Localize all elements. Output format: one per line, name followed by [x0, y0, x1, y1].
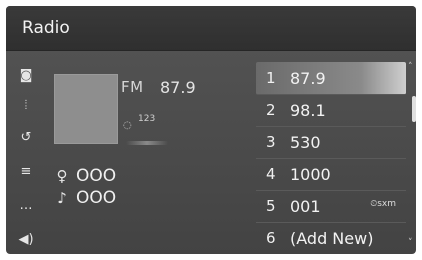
preset-number: 5 — [266, 197, 276, 215]
scroll-down-icon[interactable]: ˅ — [408, 238, 413, 248]
preset-item-3[interactable]: 3 530 — [256, 126, 406, 159]
side-menu: ◙ ⦙ ↺ ≡ … ◀) — [6, 54, 46, 254]
scroll-up-icon[interactable]: ˄ — [408, 62, 413, 72]
album-art — [54, 74, 118, 144]
source-select-icon[interactable]: ◙ — [15, 64, 37, 86]
song-row: ♪ OOO — [54, 188, 116, 208]
preset-item-4[interactable]: 4 1000 — [256, 158, 406, 191]
preset-item-2[interactable]: 2 98.1 — [256, 94, 406, 127]
scroll-thumb[interactable] — [412, 96, 416, 122]
preset-value: (Add New) — [290, 228, 374, 248]
artist-text: OOO — [76, 166, 117, 186]
signal-indicator — [126, 141, 168, 145]
preset-value: 87.9 — [290, 68, 326, 88]
preset-item-1[interactable]: 1 87.9 — [256, 62, 406, 95]
preset-item-add-new[interactable]: 6 (Add New) — [256, 222, 406, 254]
preset-number: 6 — [266, 229, 276, 247]
history-icon[interactable]: ↺ — [15, 126, 37, 148]
artist-icon: ♀ — [56, 167, 68, 185]
frequency-label: 87.9 — [160, 78, 196, 97]
station-list-icon[interactable]: ⦙ — [15, 94, 37, 116]
title-bar: Radio — [6, 6, 416, 51]
playlist-icon[interactable]: ≡ — [15, 160, 37, 182]
sxm-timer-icon: ⏲sxm — [370, 199, 396, 209]
radio-screen: Radio ◙ ⦙ ↺ ≡ … ◀) FM 87.9 ◌ 123 ♀ OOO ♪… — [6, 6, 416, 254]
band-label: FM — [121, 78, 144, 96]
hd-radio-icon: ◌ — [123, 120, 132, 131]
more-options-icon[interactable]: … — [15, 194, 37, 216]
preset-value: 1000 — [290, 164, 331, 184]
preset-list: 1 87.9 2 98.1 3 530 4 1000 5 001 ⏲sxm 6 … — [256, 58, 406, 254]
scrollbar[interactable]: ˄ ˅ — [408, 58, 416, 254]
artist-row: ♀ OOO — [54, 166, 117, 186]
preset-number: 3 — [266, 133, 276, 151]
hd-channels-label: 123 — [138, 114, 156, 124]
sound-settings-icon[interactable]: ◀) — [15, 228, 37, 250]
song-text: OOO — [76, 188, 117, 208]
preset-value: 530 — [290, 132, 321, 152]
preset-item-5[interactable]: 5 001 ⏲sxm — [256, 190, 406, 223]
preset-number: 2 — [266, 101, 276, 119]
preset-number: 1 — [266, 69, 276, 87]
preset-number: 4 — [266, 165, 276, 183]
preset-value: 001 — [290, 196, 321, 216]
song-icon: ♪ — [57, 189, 67, 207]
screen-title: Radio — [22, 18, 70, 38]
preset-value: 98.1 — [290, 100, 326, 120]
